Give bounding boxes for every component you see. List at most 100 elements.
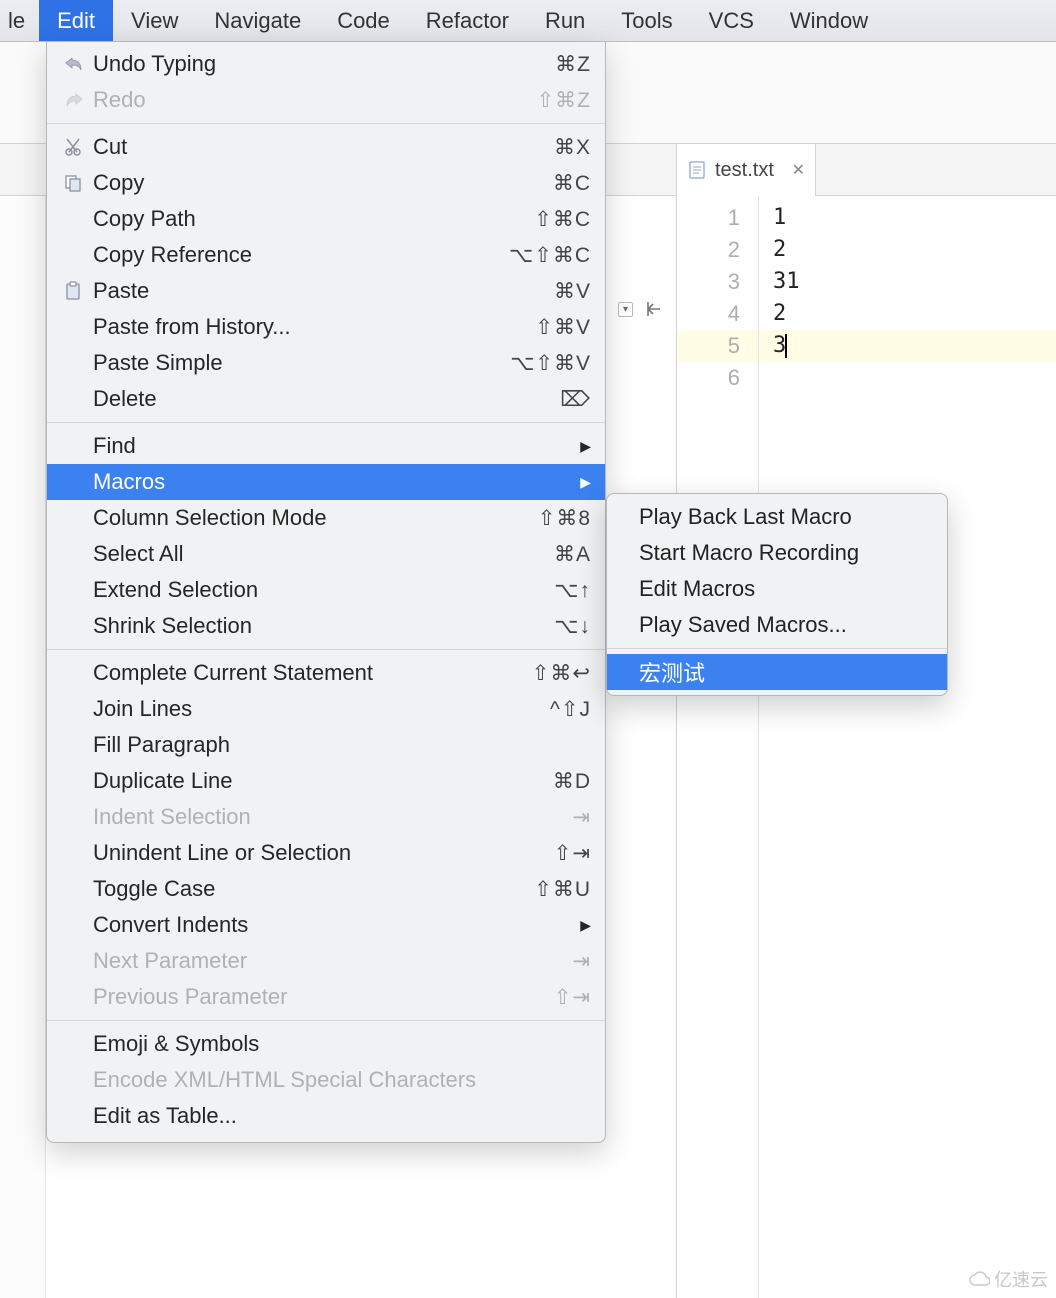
menu-item-copy[interactable]: Copy⌘C xyxy=(47,165,605,201)
menu-vcs[interactable]: VCS xyxy=(691,0,772,41)
paste-icon xyxy=(63,281,93,301)
menu-item-next-parameter: Next Parameter⇥ xyxy=(47,943,605,979)
menu-item-label: Previous Parameter xyxy=(93,984,554,1010)
code-line[interactable]: 1 xyxy=(759,202,1056,234)
line-number: 4 xyxy=(677,298,758,330)
menu-item-shortcut: ⇧⇥ xyxy=(554,985,591,1010)
menu-tools[interactable]: Tools xyxy=(603,0,690,41)
menu-item-shortcut: ⌥↑ xyxy=(554,578,591,603)
menu-item-shortcut: ⌘C xyxy=(553,171,591,196)
menu-item-emoji-symbols[interactable]: Emoji & Symbols xyxy=(47,1026,605,1062)
submenu-item-play-back-last-macro[interactable]: Play Back Last Macro xyxy=(607,499,947,535)
menu-item-shortcut: ⌘D xyxy=(553,769,591,794)
submenu-arrow-icon: ▶ xyxy=(571,917,591,934)
menu-item-paste[interactable]: Paste⌘V xyxy=(47,273,605,309)
menu-item-indent-selection: Indent Selection⇥ xyxy=(47,799,605,835)
code-line[interactable]: 2 xyxy=(759,298,1056,330)
menu-item-convert-indents[interactable]: Convert Indents▶ xyxy=(47,907,605,943)
menu-item-label: Paste xyxy=(93,278,554,304)
menu-edit[interactable]: Edit xyxy=(39,0,113,41)
toolbar-icons-group: ▾ xyxy=(618,300,663,318)
submenu-item-saved-macro[interactable]: 宏测试 xyxy=(607,654,947,690)
menu-item-select-all[interactable]: Select All⌘A xyxy=(47,536,605,572)
menu-item-copy-reference[interactable]: Copy Reference⌥⇧⌘C xyxy=(47,237,605,273)
menu-item-label: Delete xyxy=(93,386,560,412)
menu-item-cut[interactable]: Cut⌘X xyxy=(47,129,605,165)
code-line[interactable]: 3 xyxy=(759,330,1056,362)
editor-code[interactable]: 123123 xyxy=(759,196,1056,1298)
submenu-item-edit-macros[interactable]: Edit Macros xyxy=(607,571,947,607)
menu-item-shortcut: ⇥ xyxy=(572,949,591,974)
menu-item-label: Shrink Selection xyxy=(93,613,554,639)
menu-view[interactable]: View xyxy=(113,0,196,41)
close-icon[interactable]: ✕ xyxy=(792,160,805,180)
menu-item-duplicate-line[interactable]: Duplicate Line⌘D xyxy=(47,763,605,799)
menu-item-shortcut: ⌘V xyxy=(554,279,591,304)
menu-item-label: Edit as Table... xyxy=(93,1103,591,1129)
menu-item-previous-parameter: Previous Parameter⇧⇥ xyxy=(47,979,605,1015)
menu-item-toggle-case[interactable]: Toggle Case⇧⌘U xyxy=(47,871,605,907)
menu-item-copy-path[interactable]: Copy Path⇧⌘C xyxy=(47,201,605,237)
line-number: 3 xyxy=(677,266,758,298)
menu-item-complete-current-statement[interactable]: Complete Current Statement⇧⌘↩ xyxy=(47,655,605,691)
menu-run[interactable]: Run xyxy=(527,0,603,41)
nav-back-icon[interactable] xyxy=(645,300,663,318)
menu-item-redo: Redo⇧⌘Z xyxy=(47,82,605,118)
menubar: leEditViewNavigateCodeRefactorRunToolsVC… xyxy=(0,0,1056,42)
submenu-arrow-icon: ▶ xyxy=(571,438,591,455)
code-line[interactable]: 2 xyxy=(759,234,1056,266)
menu-item-edit-as-table[interactable]: Edit as Table... xyxy=(47,1098,605,1134)
menu-item-label: Column Selection Mode xyxy=(93,505,538,531)
menu-item-column-selection-mode[interactable]: Column Selection Mode⇧⌘8 xyxy=(47,500,605,536)
menu-item-delete[interactable]: Delete⌦ xyxy=(47,381,605,417)
line-number: 6 xyxy=(677,362,758,394)
menu-item-shortcut: ⌘A xyxy=(554,542,591,567)
menu-item-label: Unindent Line or Selection xyxy=(93,840,554,866)
caret xyxy=(785,334,787,358)
menu-refactor[interactable]: Refactor xyxy=(408,0,527,41)
menu-item-macros[interactable]: Macros▶ xyxy=(47,464,605,500)
menu-navigate[interactable]: Navigate xyxy=(196,0,319,41)
submenu-item-start-macro-recording[interactable]: Start Macro Recording xyxy=(607,535,947,571)
submenu-item-play-saved-macros[interactable]: Play Saved Macros... xyxy=(607,607,947,643)
menu-item-paste-from-history[interactable]: Paste from History...⇧⌘V xyxy=(47,309,605,345)
menu-item-shortcut: ⌥↓ xyxy=(554,614,591,639)
menu-item-shortcut: ⌘X xyxy=(554,135,591,160)
watermark: 亿速云 xyxy=(968,1266,1048,1292)
editor-tab[interactable]: test.txt ✕ xyxy=(676,144,816,196)
menu-item-shortcut: ⌥⇧⌘V xyxy=(510,351,591,376)
line-number: 1 xyxy=(677,202,758,234)
editor-area: 123456 123123 xyxy=(676,196,1056,1298)
code-line[interactable] xyxy=(759,362,1056,394)
menu-item-undo-typing[interactable]: Undo Typing⌘Z xyxy=(47,46,605,82)
menu-item-extend-selection[interactable]: Extend Selection⌥↑ xyxy=(47,572,605,608)
menu-le[interactable]: le xyxy=(0,0,39,41)
menu-item-label: Copy xyxy=(93,170,553,196)
menu-item-label: Toggle Case xyxy=(93,876,534,902)
menu-item-unindent-line-or-selection[interactable]: Unindent Line or Selection⇧⇥ xyxy=(47,835,605,871)
menu-item-label: Undo Typing xyxy=(93,51,555,77)
file-text-icon xyxy=(687,160,707,180)
menu-item-shortcut: ⇥ xyxy=(572,805,591,830)
editor-gutter: 123456 xyxy=(677,196,759,1298)
menu-item-shrink-selection[interactable]: Shrink Selection⌥↓ xyxy=(47,608,605,644)
menu-item-paste-simple[interactable]: Paste Simple⌥⇧⌘V xyxy=(47,345,605,381)
menu-item-label: Paste Simple xyxy=(93,350,510,376)
menu-item-fill-paragraph[interactable]: Fill Paragraph xyxy=(47,727,605,763)
menu-item-label: Encode XML/HTML Special Characters xyxy=(93,1067,591,1093)
menu-item-label: Indent Selection xyxy=(93,804,572,830)
editor-tab-label: test.txt xyxy=(715,159,784,182)
menu-item-join-lines[interactable]: Join Lines^⇧J xyxy=(47,691,605,727)
left-edge-panel xyxy=(0,42,46,1298)
menu-item-shortcut: ⇧⌘↩ xyxy=(532,661,591,686)
menu-item-find[interactable]: Find▶ xyxy=(47,428,605,464)
menu-item-label: Duplicate Line xyxy=(93,768,553,794)
dropdown-icon[interactable]: ▾ xyxy=(618,302,633,317)
cloud-icon xyxy=(968,1270,990,1288)
menu-window[interactable]: Window xyxy=(772,0,886,41)
code-line[interactable]: 31 xyxy=(759,266,1056,298)
menu-code[interactable]: Code xyxy=(319,0,408,41)
cut-icon xyxy=(63,137,93,157)
edit-menu-dropdown: Undo Typing⌘ZRedo⇧⌘ZCut⌘XCopy⌘CCopy Path… xyxy=(46,42,606,1143)
menu-item-shortcut: ⇧⌘V xyxy=(535,315,591,340)
